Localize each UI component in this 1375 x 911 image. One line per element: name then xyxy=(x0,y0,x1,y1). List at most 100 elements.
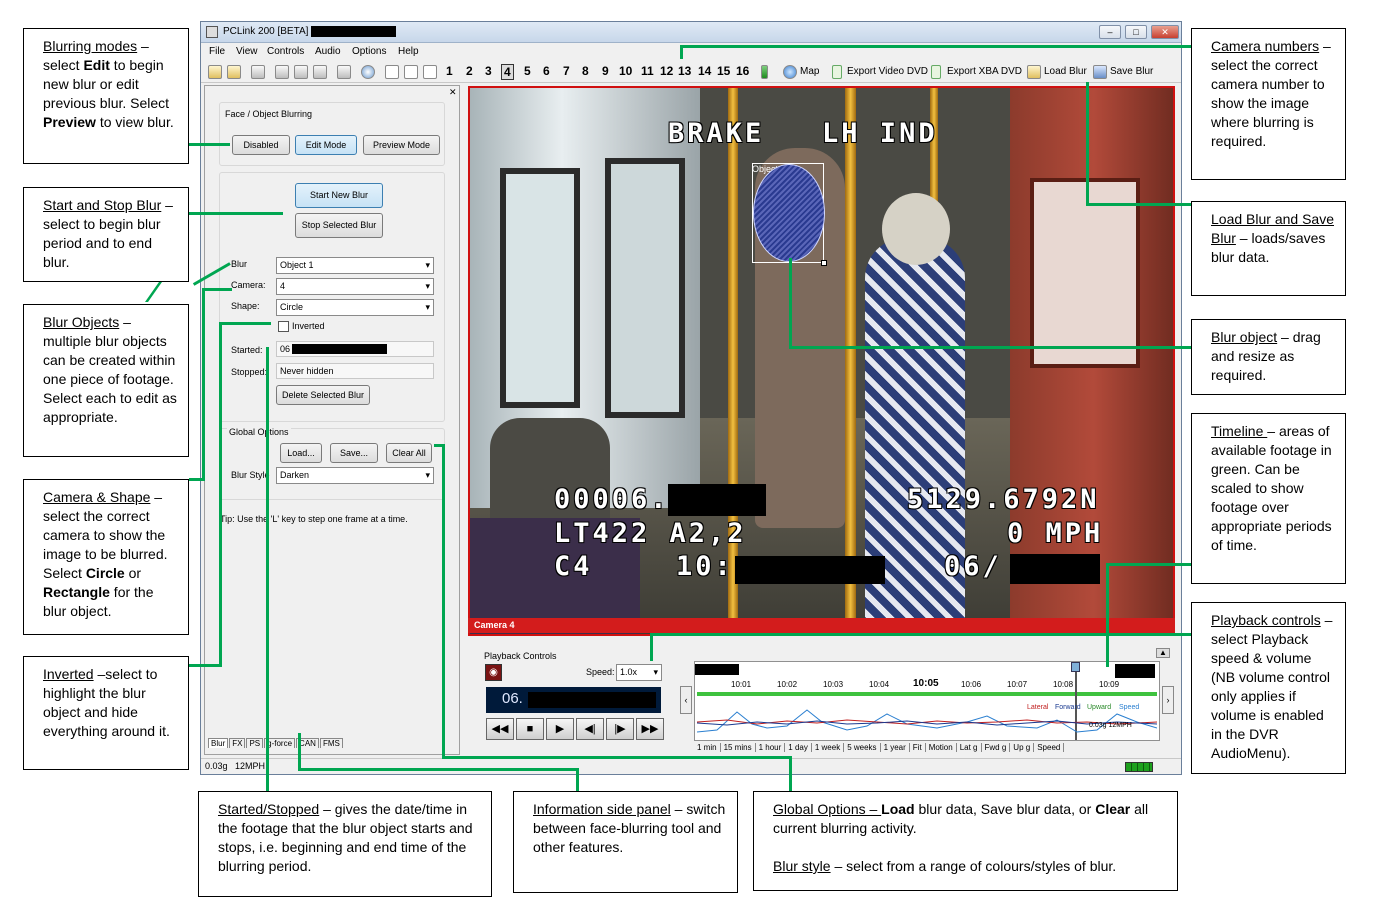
scale-1-min[interactable]: 1 min xyxy=(694,743,721,752)
maximize-button[interactable]: □ xyxy=(1125,25,1147,39)
load-button[interactable]: Load... xyxy=(280,443,322,463)
callout-bold: Preview xyxy=(43,114,96,130)
menu-file[interactable]: File xyxy=(209,46,225,57)
camera-button-11[interactable]: 11 xyxy=(641,64,654,78)
graph-up-g[interactable]: Up g xyxy=(1010,743,1035,752)
timeline-right-arrow[interactable]: › xyxy=(1162,686,1174,714)
timeline[interactable]: 10:01 10:02 10:03 10:04 10:05 10:06 10:0… xyxy=(694,661,1160,741)
camera-button-15[interactable]: 15 xyxy=(717,64,730,78)
camera-select[interactable]: 4 xyxy=(276,278,434,295)
step-back-button[interactable]: ◀| xyxy=(576,718,604,740)
camera-button-1[interactable]: 1 xyxy=(446,64,453,78)
save-blur-icon[interactable] xyxy=(1093,65,1107,79)
close-button[interactable]: ✕ xyxy=(1151,25,1179,39)
stop-button[interactable]: ■ xyxy=(516,718,544,740)
menu-controls[interactable]: Controls xyxy=(267,46,304,57)
tab-fx[interactable]: FX xyxy=(229,738,246,748)
camera-button-2[interactable]: 2 xyxy=(466,64,473,78)
camera-button-6[interactable]: 6 xyxy=(543,64,550,78)
disabled-button[interactable]: Disabled xyxy=(232,135,290,155)
timeline-cursor-handle[interactable] xyxy=(1071,662,1080,672)
save-blur-button[interactable]: Save Blur xyxy=(1110,66,1153,77)
open-folder-icon[interactable] xyxy=(208,65,222,79)
menu-options[interactable]: Options xyxy=(352,46,386,57)
speed-label: Speed: xyxy=(586,667,615,677)
callout-blur-object-title: Blur object xyxy=(1211,329,1278,345)
menu-audio[interactable]: Audio xyxy=(315,46,341,57)
blur-style-select[interactable]: Darken xyxy=(276,467,434,484)
paste-icon[interactable] xyxy=(313,65,327,79)
load-blur-button[interactable]: Load Blur xyxy=(1044,66,1087,77)
export-icon[interactable] xyxy=(251,65,265,79)
panel-close-icon[interactable]: ✕ xyxy=(449,87,457,98)
shape-select[interactable]: Circle xyxy=(276,299,434,316)
inverted-checkbox[interactable] xyxy=(278,321,289,332)
camera-button-4[interactable]: 4 xyxy=(501,64,514,80)
info-icon[interactable] xyxy=(361,65,375,79)
rewind-button[interactable]: ◀◀ xyxy=(486,718,514,740)
video-view[interactable]: BRAKE LH IND Object 1 00006. 5129.6792N … xyxy=(468,86,1175,636)
graph-fwd-g[interactable]: Fwd g xyxy=(982,743,1011,752)
play-button[interactable]: ▶ xyxy=(546,718,574,740)
menu-view[interactable]: View xyxy=(236,46,258,57)
export-xba-icon[interactable] xyxy=(931,65,941,79)
menu-help[interactable]: Help xyxy=(398,46,419,57)
blur-ellipse xyxy=(753,164,825,262)
blur-object-select[interactable]: Object 1 xyxy=(276,257,434,274)
graph-speed[interactable]: Speed xyxy=(1034,743,1065,752)
scale-1-week[interactable]: 1 week xyxy=(812,743,845,752)
scale-1-hour[interactable]: 1 hour xyxy=(756,743,786,752)
camera-button-12[interactable]: 12 xyxy=(660,64,673,78)
playback-controls-title: Playback Controls xyxy=(484,651,557,661)
tab-ps[interactable]: PS xyxy=(246,738,264,748)
clear-all-button[interactable]: Clear All xyxy=(386,443,432,463)
camera-button-9[interactable]: 9 xyxy=(602,64,609,78)
camera-button-10[interactable]: 10 xyxy=(619,64,632,78)
osd-line3-right: 06/ xyxy=(944,551,1002,582)
copy-icon[interactable] xyxy=(275,65,289,79)
scale-1-day[interactable]: 1 day xyxy=(785,743,812,752)
camera-button-3[interactable]: 3 xyxy=(485,64,492,78)
layout-split-icon[interactable] xyxy=(404,65,418,79)
open-folder-alt-icon[interactable] xyxy=(227,65,241,79)
graph-lat-g[interactable]: Lat g xyxy=(957,743,982,752)
delete-selected-blur-button[interactable]: Delete Selected Blur xyxy=(276,385,370,405)
blur-object[interactable] xyxy=(752,163,827,266)
scale-15-mins[interactable]: 15 mins xyxy=(721,743,756,752)
fast-forward-button[interactable]: ▶▶ xyxy=(636,718,664,740)
copy-alt-icon[interactable] xyxy=(294,65,308,79)
scale-fit[interactable]: Fit xyxy=(910,743,926,752)
print-icon[interactable] xyxy=(337,65,351,79)
step-forward-button[interactable]: |▶ xyxy=(606,718,634,740)
resize-handle[interactable] xyxy=(821,260,827,266)
camera-button-8[interactable]: 8 xyxy=(582,64,589,78)
camera-button-16[interactable]: 16 xyxy=(736,64,749,78)
export-video-dvd-button[interactable]: Export Video DVD xyxy=(847,66,928,77)
camera-button-14[interactable]: 14 xyxy=(698,64,711,78)
scale-1-year[interactable]: 1 year xyxy=(881,743,910,752)
timeline-left-arrow[interactable]: ‹ xyxy=(680,686,692,714)
scale-5-weeks[interactable]: 5 weeks xyxy=(844,743,881,752)
preview-mode-button[interactable]: Preview Mode xyxy=(363,135,440,155)
camera-button-5[interactable]: 5 xyxy=(524,64,531,78)
edit-mode-button[interactable]: Edit Mode xyxy=(295,135,357,155)
map-button[interactable]: Map xyxy=(800,66,819,77)
collapse-icon[interactable]: ▲ xyxy=(1156,648,1170,658)
layout-single-icon[interactable] xyxy=(385,65,399,79)
camera-button-7[interactable]: 7 xyxy=(563,64,570,78)
save-button[interactable]: Save... xyxy=(330,443,378,463)
minimize-button[interactable]: – xyxy=(1099,25,1121,39)
tab-fms[interactable]: FMS xyxy=(319,738,343,748)
tab-blur[interactable]: Blur xyxy=(208,738,229,748)
camera-button-13[interactable]: 13 xyxy=(678,64,691,78)
graph-motion[interactable]: Motion xyxy=(926,743,957,752)
volume-icon[interactable]: ◉ xyxy=(485,664,502,681)
map-icon[interactable] xyxy=(783,65,797,79)
load-blur-icon[interactable] xyxy=(1027,65,1041,79)
start-new-blur-button[interactable]: Start New Blur xyxy=(295,183,383,208)
export-xba-dvd-button[interactable]: Export XBA DVD xyxy=(947,66,1022,77)
export-video-icon[interactable] xyxy=(832,65,842,79)
speed-select[interactable]: 1.0x xyxy=(616,664,662,681)
layout-grid-icon[interactable] xyxy=(423,65,437,79)
stop-selected-blur-button[interactable]: Stop Selected Blur xyxy=(295,213,383,238)
